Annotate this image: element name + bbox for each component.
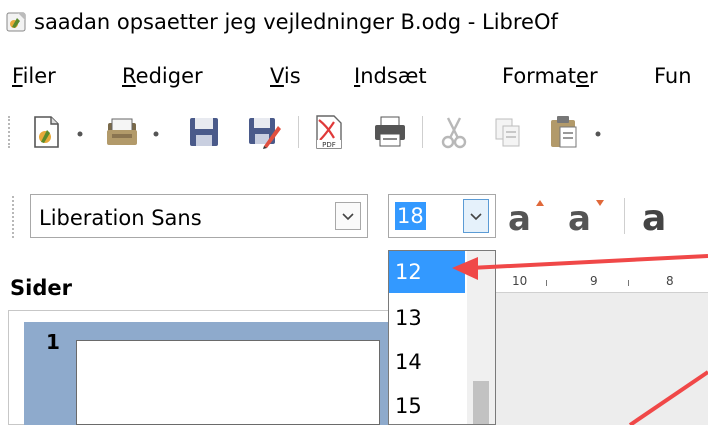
menu-filer[interactable]: Filer [12,64,56,88]
copy-icon [495,118,520,147]
grow-font-icon[interactable]: a [506,192,552,238]
annotation-arrow-line [469,254,708,270]
svg-text:a: a [508,199,531,238]
chevron-down-icon [342,213,354,221]
scrollbar-thumb[interactable] [473,381,489,424]
ruler-tick [628,280,629,286]
font-name-dropdown-button[interactable] [335,202,361,230]
font-size-value[interactable]: 18 [395,202,426,230]
menu-label: Formater [502,64,598,88]
drawing-canvas[interactable] [494,293,708,425]
ruler-label: 8 [666,274,674,288]
menu-formater[interactable]: Formater [502,64,598,88]
chevron-down-icon [470,213,482,221]
ruler-label: 9 [590,274,598,288]
font-size-option-14[interactable]: 14 [389,341,465,383]
dropdown-scrollbar[interactable] [467,251,495,424]
formatting-toolbar: Liberation Sans 18 a a a [0,186,708,252]
font-name-value[interactable]: Liberation Sans [39,206,202,230]
libreoffice-draw-icon [6,12,26,32]
font-name-combobox[interactable]: Liberation Sans [30,194,368,238]
ruler-tick [546,280,547,286]
menu-funktioner[interactable]: Fun [654,64,692,88]
font-size-combobox[interactable]: 18 [388,194,496,238]
font-size-option-13[interactable]: 13 [389,297,465,339]
paste-icon[interactable] [546,114,582,150]
menu-label: Filer [12,64,56,88]
chevron-down-icon[interactable] [76,130,84,138]
new-document-icon[interactable] [28,114,64,150]
toolbar-separator [624,198,625,234]
sidebar-title: Sider [10,276,72,300]
menu-label: Rediger [122,64,203,88]
toolbar-separator [298,116,299,148]
save-as-icon[interactable] [246,114,282,150]
font-size-option-15[interactable]: 15 [389,385,465,424]
font-size-dropdown-button[interactable] [463,199,489,233]
menu-label: Fun [654,64,692,88]
save-icon[interactable] [186,114,222,150]
menu-rediger[interactable]: Rediger [122,64,203,88]
menu-label: Indsæt [354,64,427,88]
toolbar-grip[interactable] [8,116,13,148]
svg-text:a: a [642,198,666,238]
pdf-label: PDF [322,141,336,149]
export-pdf-icon[interactable]: PDF [310,114,346,150]
svg-text:a: a [568,199,591,238]
toolbar-separator [422,116,423,148]
chevron-down-icon[interactable] [594,130,602,138]
fontwork-icon[interactable]: a [640,192,686,238]
cut-icon [441,117,467,149]
chevron-down-icon[interactable] [152,130,160,138]
horizontal-ruler[interactable]: 10 9 8 [494,270,708,293]
font-size-dropdown-list: 12 13 14 15 [388,250,496,425]
window-title: saadan opsaetter jeg vejledninger B.odg … [34,10,558,34]
menu-bar: Filer Rediger Vis Indsæt Formater Fun [0,58,708,98]
menu-vis[interactable]: Vis [270,64,301,88]
menu-label: Vis [270,64,301,88]
shrink-font-icon[interactable]: a [566,192,612,238]
font-size-option-12[interactable]: 12 [389,251,465,293]
standard-toolbar: PDF [0,104,708,160]
slide-thumbnail[interactable] [76,340,380,425]
open-folder-icon[interactable] [104,114,140,150]
ruler-label: 10 [512,274,528,288]
print-icon[interactable] [372,114,408,150]
toolbar-grip[interactable] [12,196,17,238]
menu-indsaet[interactable]: Indsæt [354,64,427,88]
title-bar: saadan opsaetter jeg vejledninger B.odg … [0,0,708,48]
slide-number: 1 [46,330,60,354]
